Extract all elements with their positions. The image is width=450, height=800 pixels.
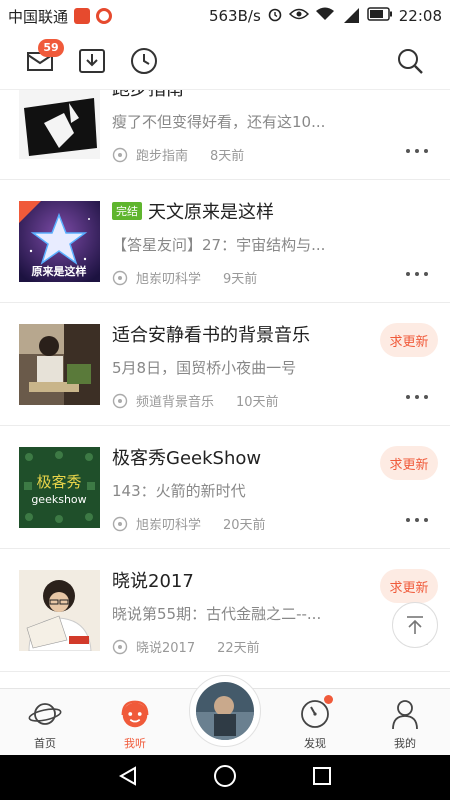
eye-icon <box>288 7 309 25</box>
cover-text-sub: geekshow <box>31 493 86 506</box>
network-speed: 563B/s <box>208 7 261 25</box>
item-meta: 跑步指南 8天前 <box>112 145 244 164</box>
tab-discover[interactable]: 发现 <box>270 689 360 756</box>
system-nav-bar <box>0 755 450 800</box>
history-button[interactable] <box>126 43 162 79</box>
item-channel: 频道背景音乐 <box>136 395 215 410</box>
carrier-label: 中国联通 <box>8 7 69 26</box>
list-item[interactable]: 原来是这样 完结 天文原来是这样 【答星友问】27：宇宙结构与... 旭岽叨科学… <box>0 180 450 303</box>
more-options-button[interactable] <box>406 272 428 276</box>
back-to-top-button[interactable] <box>392 602 438 648</box>
tab-label: 我听 <box>124 737 146 750</box>
message-count-badge: 59 <box>38 38 64 57</box>
item-title: 天文原来是这样 <box>148 202 274 223</box>
recent-apps-icon[interactable] <box>311 765 333 791</box>
more-options-button[interactable] <box>406 395 428 399</box>
headphone-face-icon <box>118 697 152 731</box>
signal-icon <box>341 7 361 25</box>
channel-icon <box>112 639 128 654</box>
now-playing-button[interactable] <box>189 675 261 747</box>
list-item[interactable]: 跑步指南 瘦了不但变得好看，还有这10... 跑步指南 8天前 <box>0 90 450 180</box>
item-time: 10天前 <box>236 395 279 410</box>
mail-button[interactable]: 59 <box>22 38 64 79</box>
cover-text-main: 极客秀 <box>36 473 81 491</box>
tab-label: 首页 <box>34 737 56 750</box>
tab-label: 发现 <box>304 737 326 750</box>
top-bar: 59 <box>0 32 450 90</box>
wifi-icon <box>315 7 335 25</box>
request-update-button[interactable]: 求更新 <box>380 446 438 480</box>
item-time: 22天前 <box>217 641 260 656</box>
item-title: 跑步指南 <box>112 90 184 101</box>
search-button[interactable] <box>392 43 428 79</box>
tab-mine[interactable]: 我的 <box>360 689 450 756</box>
item-title: 极客秀GeekShow <box>112 448 262 469</box>
compass-icon <box>298 695 333 731</box>
request-update-button[interactable]: 求更新 <box>380 569 438 603</box>
app-screen: 中国联通 563B/s 22:08 59 瘦了不但变得好看，还有这10... 跑… <box>0 0 450 800</box>
item-meta: 旭岽叨科学 9天前 <box>112 268 257 287</box>
list-item[interactable]: 晓说2017 求更新 晓说第55期：古代金融之二--... 晓说2017 22天… <box>0 549 450 672</box>
clock-time: 22:08 <box>398 7 442 25</box>
download-button[interactable] <box>74 43 110 79</box>
finished-tag: 完结 <box>112 202 142 220</box>
person-icon <box>388 697 422 731</box>
list-item[interactable]: 极客秀 geekshow 极客秀GeekShow 求更新 143：火箭的新时代 … <box>0 426 450 549</box>
item-channel: 旭岽叨科学 <box>136 518 202 533</box>
more-options-button[interactable] <box>406 149 428 153</box>
cover-image-astronomy: 原来是这样 <box>19 201 100 282</box>
home-icon[interactable] <box>213 764 237 792</box>
download-icon <box>79 48 105 73</box>
item-desc: 143：火箭的新时代 <box>112 482 246 500</box>
tab-label: 我的 <box>394 737 416 750</box>
alarm-icon <box>267 6 283 26</box>
item-title: 适合安静看书的背景音乐 <box>112 325 310 346</box>
tab-home[interactable]: 首页 <box>0 689 90 756</box>
cover-image-reading <box>19 324 100 405</box>
channel-icon <box>112 270 128 285</box>
channel-icon <box>112 516 128 531</box>
tab-listening[interactable]: 我听 <box>90 689 180 756</box>
app-notification-icon <box>74 8 91 24</box>
item-time: 9天前 <box>223 272 258 287</box>
item-channel: 跑步指南 <box>136 149 189 164</box>
cover-text: 原来是这样 <box>32 264 87 278</box>
item-title: 晓说2017 <box>112 571 194 592</box>
back-icon[interactable] <box>117 765 139 791</box>
channel-icon <box>112 147 128 162</box>
item-meta: 晓说2017 22天前 <box>112 637 260 656</box>
weibo-notification-icon <box>96 8 113 24</box>
now-playing-cover <box>196 682 254 740</box>
notification-dot <box>324 695 333 704</box>
cover-image-xiaoshuo <box>19 570 100 651</box>
subscription-list: 跑步指南 瘦了不但变得好看，还有这10... 跑步指南 8天前 原来是这样 <box>0 90 450 688</box>
item-channel: 晓说2017 <box>136 641 196 656</box>
item-desc: 5月8日，国贸桥小夜曲一号 <box>112 359 297 377</box>
request-update-button[interactable]: 求更新 <box>380 323 438 357</box>
search-icon <box>398 48 423 74</box>
bottom-nav: 首页 我听 发现 我的 <box>0 675 450 756</box>
list-item[interactable]: 适合安静看书的背景音乐 求更新 5月8日，国贸桥小夜曲一号 频道背景音乐 10天… <box>0 303 450 426</box>
channel-icon <box>112 393 128 408</box>
item-meta: 旭岽叨科学 20天前 <box>112 514 266 533</box>
item-desc: 晓说第55期：古代金融之二--... <box>112 605 322 623</box>
item-time: 20天前 <box>223 518 266 533</box>
item-desc: 【答星友问】27：宇宙结构与... <box>112 236 326 254</box>
battery-icon <box>367 7 393 25</box>
more-options-button[interactable] <box>406 518 428 522</box>
item-meta: 频道背景音乐 10天前 <box>112 391 279 410</box>
cover-image-geekshow: 极客秀 geekshow <box>19 447 100 528</box>
cover-image-running <box>19 90 100 159</box>
status-bar: 中国联通 563B/s 22:08 <box>0 0 450 32</box>
item-time: 8天前 <box>210 149 245 164</box>
item-desc: 瘦了不但变得好看，还有这10... <box>112 113 326 131</box>
history-clock-icon <box>131 47 157 74</box>
arrow-up-icon <box>407 616 423 634</box>
item-channel: 旭岽叨科学 <box>136 272 202 287</box>
planet-icon <box>28 697 62 731</box>
